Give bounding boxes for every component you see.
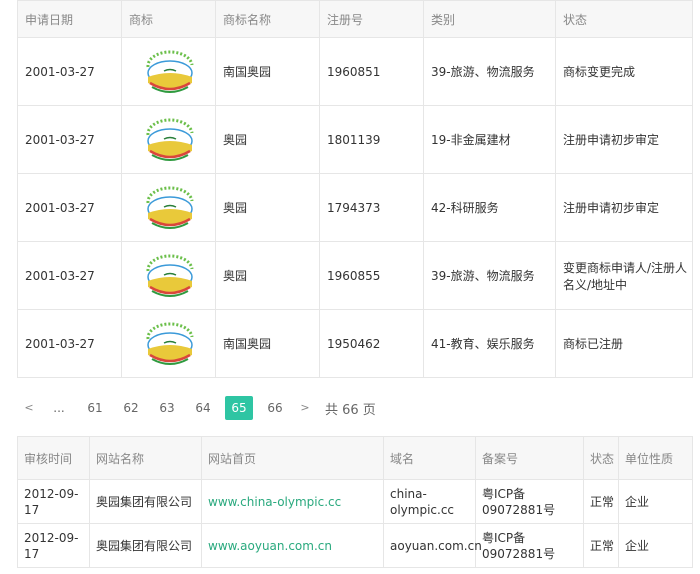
trademark-header-row: 申请日期 商标 商标名称 注册号 类别 状态	[17, 0, 693, 38]
site-status: 正常	[583, 523, 619, 568]
trademark-name: 奥园	[215, 173, 320, 242]
domain: china-olympic.cc	[383, 479, 476, 524]
reg-no: 1950462	[319, 309, 424, 378]
apply-date: 2001-03-27	[17, 309, 122, 378]
wheat-logo-icon	[146, 118, 194, 161]
trademark-row: 2001-03-27 南国奥园 1960851 39-旅游、物流服务 商标变更完成	[17, 37, 693, 106]
header-homepage: 网站首页	[201, 436, 384, 480]
header-domain: 域名	[383, 436, 476, 480]
trademark-logo[interactable]	[121, 37, 216, 106]
page-62-button[interactable]: 62	[113, 396, 149, 420]
website-header-row: 审核时间 网站名称 网站首页 域名 备案号 状态 单位性质	[17, 436, 693, 480]
header-review-time: 审核时间	[17, 436, 90, 480]
pagination-ellipsis[interactable]: ...	[41, 396, 77, 420]
trademark-name: 奥园	[215, 105, 320, 174]
apply-date: 2001-03-27	[17, 173, 122, 242]
header-trademark-name: 商标名称	[215, 0, 320, 38]
reg-no: 1960855	[319, 241, 424, 310]
wheat-logo-icon	[146, 186, 194, 229]
trademark-row: 2001-03-27 南国奥园 1950462 41-教育、娱乐服务 商标已注册	[17, 309, 693, 378]
website-row: 2012-09-17 奥园集团有限公司 www.china-olympic.cc ch…	[17, 479, 693, 524]
status: 注册申请初步审定	[555, 105, 693, 174]
next-page-button[interactable]: >	[293, 396, 317, 420]
status: 商标已注册	[555, 309, 693, 378]
page-63-button[interactable]: 63	[149, 396, 185, 420]
website-table: 审核时间 网站名称 网站首页 域名 备案号 状态 单位性质 2012-09-17…	[17, 436, 693, 568]
domain: aoyuan.com.cn	[383, 523, 482, 568]
page-66-button[interactable]: 66	[257, 396, 293, 420]
trademark-table: 申请日期 商标 商标名称 注册号 类别 状态 2001-03-27 南国奥园 196…	[17, 0, 693, 378]
header-apply-date: 申请日期	[17, 0, 122, 38]
website-row: 2012-09-17 奥园集团有限公司 www.aoyuan.com.cn aoyua…	[17, 523, 693, 568]
wheat-logo-icon	[146, 254, 194, 297]
prev-page-button[interactable]: <	[17, 396, 41, 420]
org-type: 企业	[618, 479, 693, 524]
apply-date: 2001-03-27	[17, 105, 122, 174]
header-site-status: 状态	[583, 436, 619, 480]
page-65-button-current[interactable]: 65	[225, 396, 253, 420]
apply-date: 2001-03-27	[17, 37, 122, 106]
reg-no: 1794373	[319, 173, 424, 242]
site-name: 奥园集团有限公司	[89, 479, 202, 524]
site-status: 正常	[583, 479, 619, 524]
category: 39-旅游、物流服务	[423, 37, 556, 106]
wheat-logo-icon	[146, 322, 194, 365]
org-type: 企业	[618, 523, 693, 568]
header-reg-no: 注册号	[319, 0, 424, 38]
reg-no: 1801139	[319, 105, 424, 174]
header-org-type: 单位性质	[618, 436, 693, 480]
page-64-button[interactable]: 64	[185, 396, 221, 420]
trademark-name: 南国奥园	[215, 37, 320, 106]
review-time: 2012-09-17	[17, 523, 90, 568]
wheat-logo-icon	[146, 50, 194, 93]
category: 41-教育、娱乐服务	[423, 309, 556, 378]
trademark-logo[interactable]	[121, 309, 216, 378]
icp-number: 粤ICP备09072881号	[475, 479, 584, 524]
category: 42-科研服务	[423, 173, 556, 242]
pagination: < ... 61 62 63 64 65 66 > 共 66 页	[17, 396, 376, 420]
category: 19-非金属建材	[423, 105, 556, 174]
trademark-row: 2001-03-27 奥园 1960855 39-旅游、物流服务 变更商标申请人/注册人…	[17, 241, 693, 310]
homepage-link[interactable]: www.china-olympic.cc	[201, 479, 384, 524]
status: 变更商标申请人/注册人名义/地址中	[555, 241, 693, 310]
trademark-logo[interactable]	[121, 173, 216, 242]
status: 商标变更完成	[555, 37, 693, 106]
trademark-row: 2001-03-27 奥园 1794373 42-科研服务 注册申请初步审定	[17, 173, 693, 242]
header-status: 状态	[555, 0, 693, 38]
trademark-name: 南国奥园	[215, 309, 320, 378]
status: 注册申请初步审定	[555, 173, 693, 242]
icp-number: 粤ICP备09072881号	[475, 523, 584, 568]
apply-date: 2001-03-27	[17, 241, 122, 310]
trademark-logo[interactable]	[121, 105, 216, 174]
header-category: 类别	[423, 0, 556, 38]
pagination-total: 共 66 页	[325, 402, 376, 418]
trademark-row: 2001-03-27 奥园 1801139 19-非金属建材 注册申请初步审定	[17, 105, 693, 174]
site-name: 奥园集团有限公司	[89, 523, 202, 568]
header-trademark: 商标	[121, 0, 216, 38]
trademark-logo[interactable]	[121, 241, 216, 310]
category: 39-旅游、物流服务	[423, 241, 556, 310]
page-61-button[interactable]: 61	[77, 396, 113, 420]
header-site-name: 网站名称	[89, 436, 202, 480]
homepage-link[interactable]: www.aoyuan.com.cn	[201, 523, 384, 568]
review-time: 2012-09-17	[17, 479, 90, 524]
trademark-name: 奥园	[215, 241, 320, 310]
header-icp: 备案号	[475, 436, 584, 480]
reg-no: 1960851	[319, 37, 424, 106]
